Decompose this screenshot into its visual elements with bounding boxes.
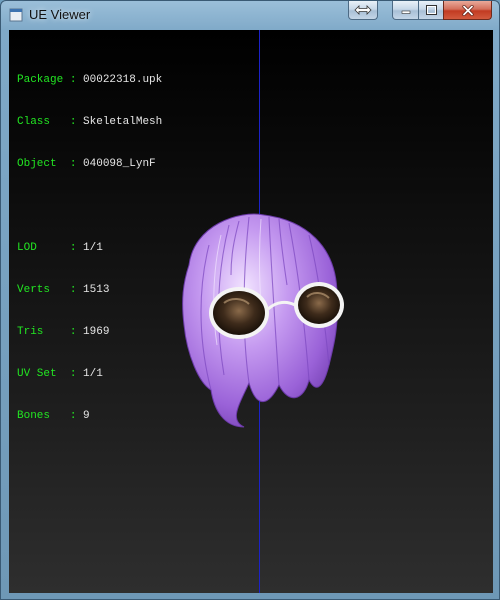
minimize-icon [401, 10, 410, 14]
close-icon [461, 4, 474, 16]
info-row-verts: Verts : 1513 [17, 284, 110, 296]
info-row-tris: Tris : 1969 [17, 326, 110, 338]
window-title: UE Viewer [29, 7, 91, 22]
maximize-button[interactable] [418, 1, 444, 20]
app-window: UE Viewer Package : 00022318.upk Class:… [0, 0, 500, 600]
maximize-icon [425, 5, 437, 15]
close-button[interactable] [443, 1, 492, 20]
minimize-button[interactable] [392, 1, 419, 20]
info-row-bones: Bones : 9 [17, 410, 90, 422]
render-viewport[interactable]: Package : 00022318.upk Class : SkeletalM… [9, 30, 493, 593]
swap-arrows-icon [354, 5, 372, 15]
info-row-package: Package : 00022318.upk [17, 74, 163, 86]
info-row-lod: LOD : 1/1 [17, 242, 103, 254]
mesh-info-overlay: Package : 00022318.upk Class : SkeletalM… [17, 45, 162, 451]
swap-button[interactable] [348, 1, 378, 20]
mesh-model-hair-glasses [182, 213, 344, 428]
title-bar[interactable]: UE Viewer [1, 1, 499, 29]
info-row-uvset: UV Set : 1/1 [17, 368, 103, 380]
info-row-class: Class : SkeletalMesh [17, 116, 163, 128]
info-row-object: Object : 040098_LynF [17, 158, 156, 170]
app-icon [9, 8, 23, 22]
